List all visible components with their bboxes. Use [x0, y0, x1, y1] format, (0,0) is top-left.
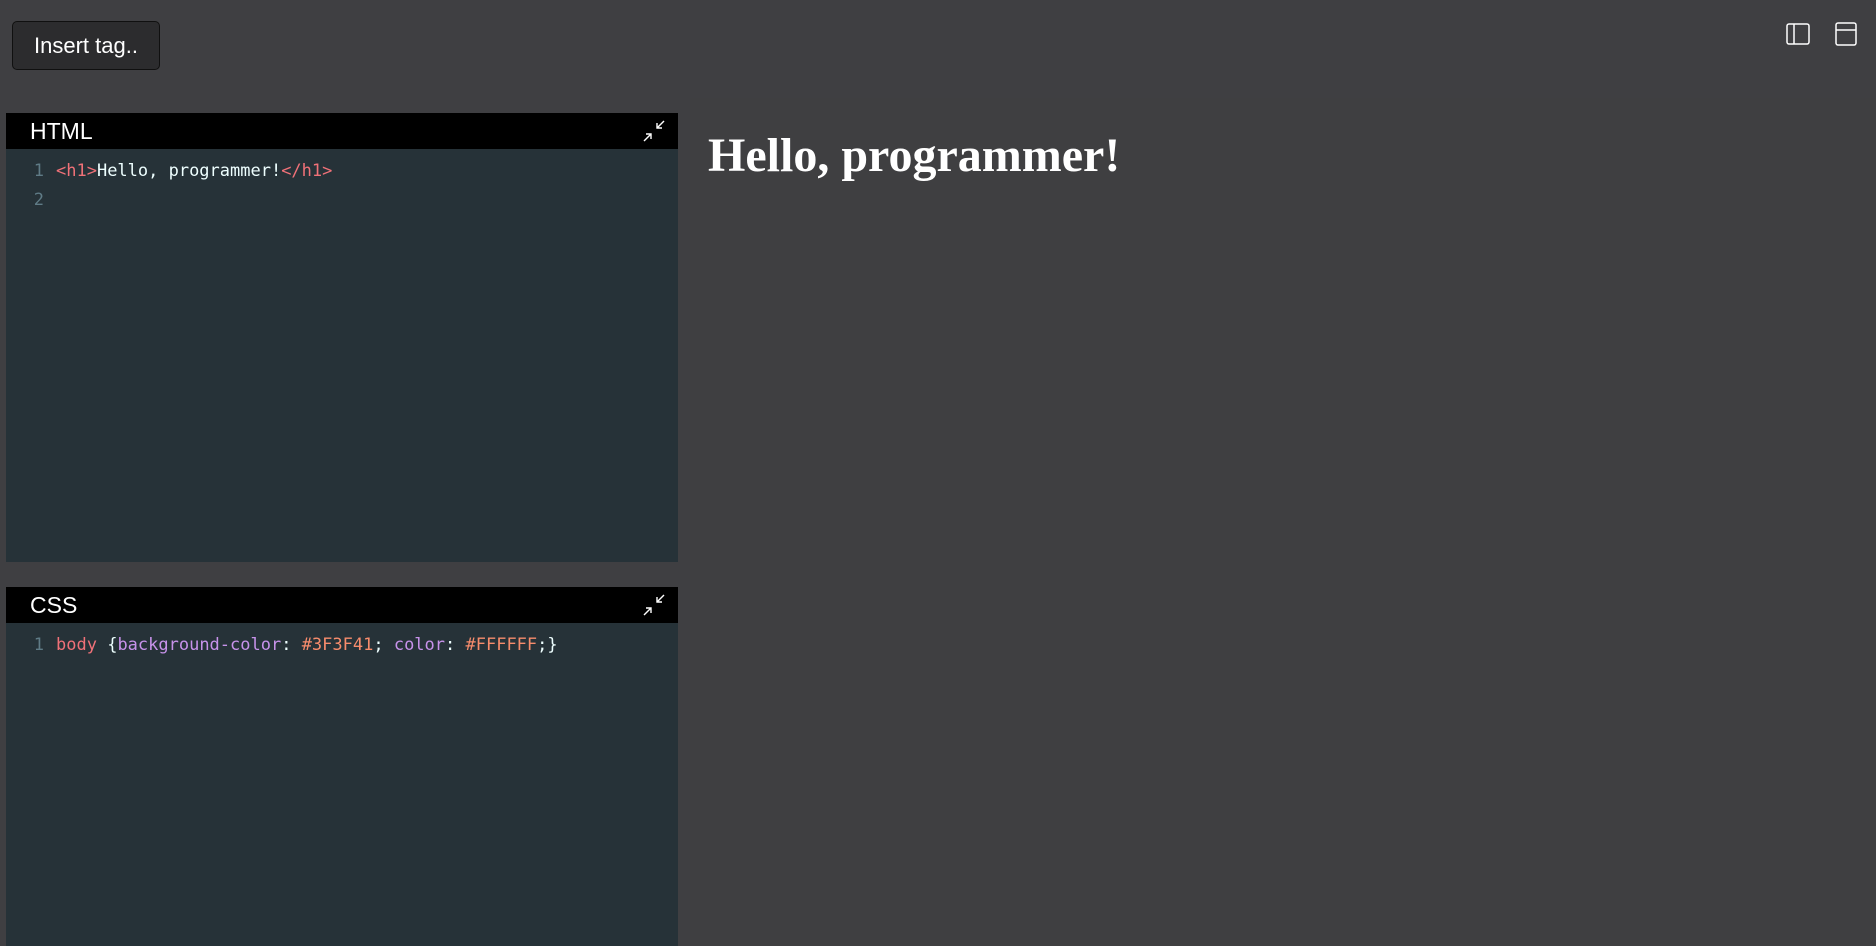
editor-app: Insert tag.. HTML 1 <h1>Hello, programme… [0, 0, 1876, 946]
insert-tag-button[interactable]: Insert tag.. [12, 21, 160, 70]
code-token-text: Hello, programmer! [96, 161, 282, 181]
code-token-prop: color [393, 635, 446, 655]
collapse-arrows-icon [643, 120, 665, 142]
code-line[interactable]: 1 <h1>Hello, programmer!</h1> [6, 157, 678, 186]
css-editor-header: CSS [6, 587, 678, 623]
code-token-sel: body [56, 635, 97, 655]
css-collapse-button[interactable] [640, 591, 668, 619]
line-number: 2 [33, 190, 44, 210]
code-token-punc: { [96, 635, 118, 655]
code-token-val: #FFFFFF [465, 635, 538, 655]
preview-heading: Hello, programmer! [708, 129, 1121, 182]
sidebar-left-icon [1786, 23, 1810, 45]
html-editor-title: HTML [30, 118, 93, 144]
code-token-punc: : [281, 635, 302, 655]
html-editor-header: HTML [6, 113, 678, 149]
html-collapse-button[interactable] [640, 117, 668, 145]
collapse-arrows-icon [643, 594, 665, 616]
top-toolbar: Insert tag.. [0, 0, 1876, 98]
html-editor-panel: HTML 1 <h1>Hello, programmer!</h1> 2 [6, 113, 678, 562]
code-token-tag: </h1> [281, 161, 333, 181]
panel-top-icon [1835, 22, 1857, 46]
line-number: 1 [33, 635, 44, 655]
html-code-area[interactable]: 1 <h1>Hello, programmer!</h1> 2 [6, 149, 678, 215]
css-editor-panel: CSS 1 body {background-color: #3F3F41; co… [6, 587, 678, 946]
code-token-punc: ; [373, 635, 394, 655]
code-token-val: #3F3F41 [301, 635, 374, 655]
code-token-prop: background-color [117, 635, 282, 655]
code-token-punc: ;} [537, 635, 558, 655]
code-token-tag: <h1> [56, 161, 97, 181]
code-line[interactable]: 2 [6, 186, 678, 215]
css-code-area[interactable]: 1 body {background-color: #3F3F41; color:… [6, 623, 678, 660]
css-editor-title: CSS [30, 592, 78, 618]
preview-pane: Hello, programmer! [690, 98, 1876, 946]
code-token-punc: : [445, 635, 466, 655]
line-number: 1 [33, 161, 44, 181]
layout-left-button[interactable] [1784, 20, 1812, 48]
layout-top-button[interactable] [1832, 20, 1860, 48]
code-line[interactable]: 1 body {background-color: #3F3F41; color:… [6, 631, 678, 660]
